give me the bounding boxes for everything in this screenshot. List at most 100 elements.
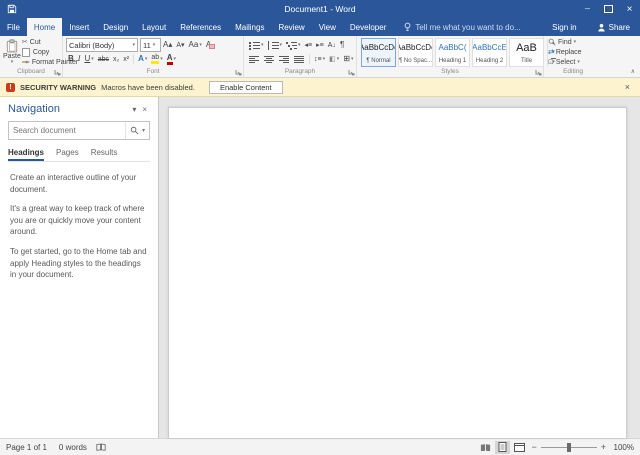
font-name-select[interactable]: Calibri (Body) ▾ [66, 38, 138, 52]
bold-button[interactable]: B [66, 53, 76, 66]
nav-tab-pages[interactable]: Pages [56, 148, 79, 161]
style-no-spacing[interactable]: AaBbCcDc ¶ No Spac... [398, 37, 433, 67]
document-page[interactable] [168, 107, 627, 438]
format-painter-icon [21, 60, 30, 64]
close-button[interactable]: × [619, 0, 640, 18]
grow-font-button[interactable]: A▴ [161, 39, 174, 52]
tab-references[interactable]: References [173, 18, 228, 36]
find-button[interactable]: Find ▾ [547, 37, 583, 47]
change-case-button[interactable]: Aa ▾ [187, 39, 204, 52]
editing-group: Find ▾ ⇄ Replace ⊡ Select ▾ Editing [544, 36, 602, 77]
tab-layout[interactable]: Layout [135, 18, 173, 36]
style-title[interactable]: AaB Title [509, 37, 544, 67]
show-hide-pilcrow-button[interactable]: ¶ [338, 39, 346, 52]
tell-me-box[interactable]: Tell me what you want to do... [403, 18, 521, 36]
search-icon[interactable] [130, 126, 139, 135]
tab-home[interactable]: Home [26, 18, 63, 36]
tab-review[interactable]: Review [271, 18, 311, 36]
web-layout-button[interactable] [512, 441, 527, 454]
style-sample: AaBbCcDc [399, 43, 432, 52]
save-icon [7, 4, 17, 14]
tab-developer[interactable]: Developer [343, 18, 393, 36]
clear-formatting-icon: A [206, 41, 216, 49]
multilevel-list-button[interactable]: ▾ [284, 39, 303, 52]
borders-button[interactable]: ⊞ ▾ [341, 53, 355, 66]
align-right-button[interactable] [277, 53, 292, 66]
tab-file[interactable]: File [0, 18, 27, 36]
style-heading-2[interactable]: AaBbCcE Heading 2 [472, 37, 507, 67]
text-effects-icon: A [138, 54, 144, 63]
status-bar-right: − + 100% [478, 440, 640, 454]
tab-view[interactable]: View [312, 18, 343, 36]
enable-content-button[interactable]: Enable Content [208, 80, 283, 94]
text-effects-button[interactable]: A ▾ [136, 53, 149, 66]
style-heading-1[interactable]: AaBbC( Heading 1 [435, 37, 470, 67]
strikethrough-button[interactable]: abc [96, 53, 111, 66]
paragraph-dialog-launcher[interactable] [348, 69, 355, 76]
align-left-button[interactable] [247, 53, 262, 66]
page-indicator[interactable]: Page 1 of 1 [0, 443, 53, 452]
bullets-button[interactable]: ▾ [247, 39, 266, 52]
line-spacing-button[interactable]: ↕≡ ▾ [312, 53, 327, 66]
tab-insert[interactable]: Insert [62, 18, 96, 36]
italic-button[interactable]: I [76, 53, 83, 66]
tab-mailings[interactable]: Mailings [228, 18, 271, 36]
paste-button[interactable]: Paste ▾ [3, 39, 21, 66]
navigation-close-icon[interactable]: × [139, 105, 150, 114]
justify-button[interactable] [292, 53, 307, 66]
shading-button[interactable]: ◧ ▾ [327, 53, 341, 66]
ribbon-tab-row: File Home Insert Design Layout Reference… [0, 18, 640, 36]
read-mode-button[interactable] [478, 441, 493, 454]
tab-design[interactable]: Design [96, 18, 135, 36]
zoom-level[interactable]: 100% [610, 443, 634, 452]
style-normal[interactable]: AaBbCcDc ¶ Normal [361, 37, 396, 67]
replace-button[interactable]: ⇄ Replace [547, 47, 583, 57]
print-layout-button[interactable] [495, 440, 511, 454]
sign-in-link[interactable]: Sign in [542, 23, 586, 32]
font-color-button[interactable]: A ▾ [165, 53, 178, 66]
status-bar: Page 1 of 1 0 words − + 100% [0, 438, 640, 455]
numbering-button[interactable]: ▾ [266, 39, 285, 52]
zoom-out-button[interactable]: − [529, 442, 538, 452]
copy-label: Copy [32, 48, 50, 56]
security-warning-title: SECURITY WARNING [20, 82, 97, 92]
share-button[interactable]: Share [587, 23, 640, 32]
message-bar-close-icon[interactable]: × [621, 82, 634, 92]
word-count[interactable]: 0 words [53, 443, 93, 452]
proofing-status-icon[interactable] [93, 443, 109, 451]
zoom-slider[interactable] [540, 441, 597, 454]
navigation-options-icon[interactable]: ▾ [129, 105, 139, 114]
increase-indent-button[interactable]: ▸≡ [314, 39, 326, 52]
search-input[interactable] [9, 126, 125, 135]
maximize-button[interactable] [598, 0, 619, 18]
minimize-button[interactable]: ─ [577, 0, 598, 18]
web-layout-icon [514, 442, 526, 452]
decrease-indent-button[interactable]: ◂≡ [303, 39, 315, 52]
font-size-select[interactable]: 11 ▾ [140, 38, 161, 52]
shrink-font-button[interactable]: A▾ [174, 39, 186, 52]
align-center-button[interactable] [262, 53, 277, 66]
styles-dialog-launcher[interactable] [535, 69, 542, 76]
dropdown-icon: ▾ [261, 41, 264, 48]
select-button[interactable]: ⊡ Select ▾ [547, 57, 583, 67]
font-dialog-launcher[interactable] [235, 69, 242, 76]
clear-formatting-button[interactable]: A [204, 39, 217, 52]
nav-tab-headings[interactable]: Headings [8, 148, 45, 161]
underline-button[interactable]: U ▾ [82, 53, 95, 66]
find-icon [548, 38, 556, 46]
zoom-thumb[interactable] [566, 442, 571, 452]
clipboard-dialog-launcher[interactable] [54, 69, 61, 76]
navigation-body: Create an interactive outline of your do… [0, 162, 158, 291]
save-button[interactable] [7, 4, 17, 14]
styles-gallery: AaBbCcDc ¶ Normal AaBbCcDc ¶ No Spac... … [360, 37, 559, 67]
superscript-button[interactable]: x² [121, 53, 131, 66]
nav-tab-results[interactable]: Results [91, 148, 118, 161]
zoom-in-button[interactable]: + [599, 442, 608, 452]
subscript-button[interactable]: x₂ [111, 53, 121, 66]
dropdown-icon: ▾ [336, 55, 340, 62]
sort-button[interactable]: A↓ [326, 39, 338, 52]
collapse-ribbon-button[interactable]: ∧ [631, 68, 635, 75]
text-highlight-button[interactable]: ab ▾ [149, 53, 164, 66]
superscript-icon: x² [123, 55, 130, 63]
search-dropdown-icon[interactable]: ▾ [142, 128, 145, 134]
